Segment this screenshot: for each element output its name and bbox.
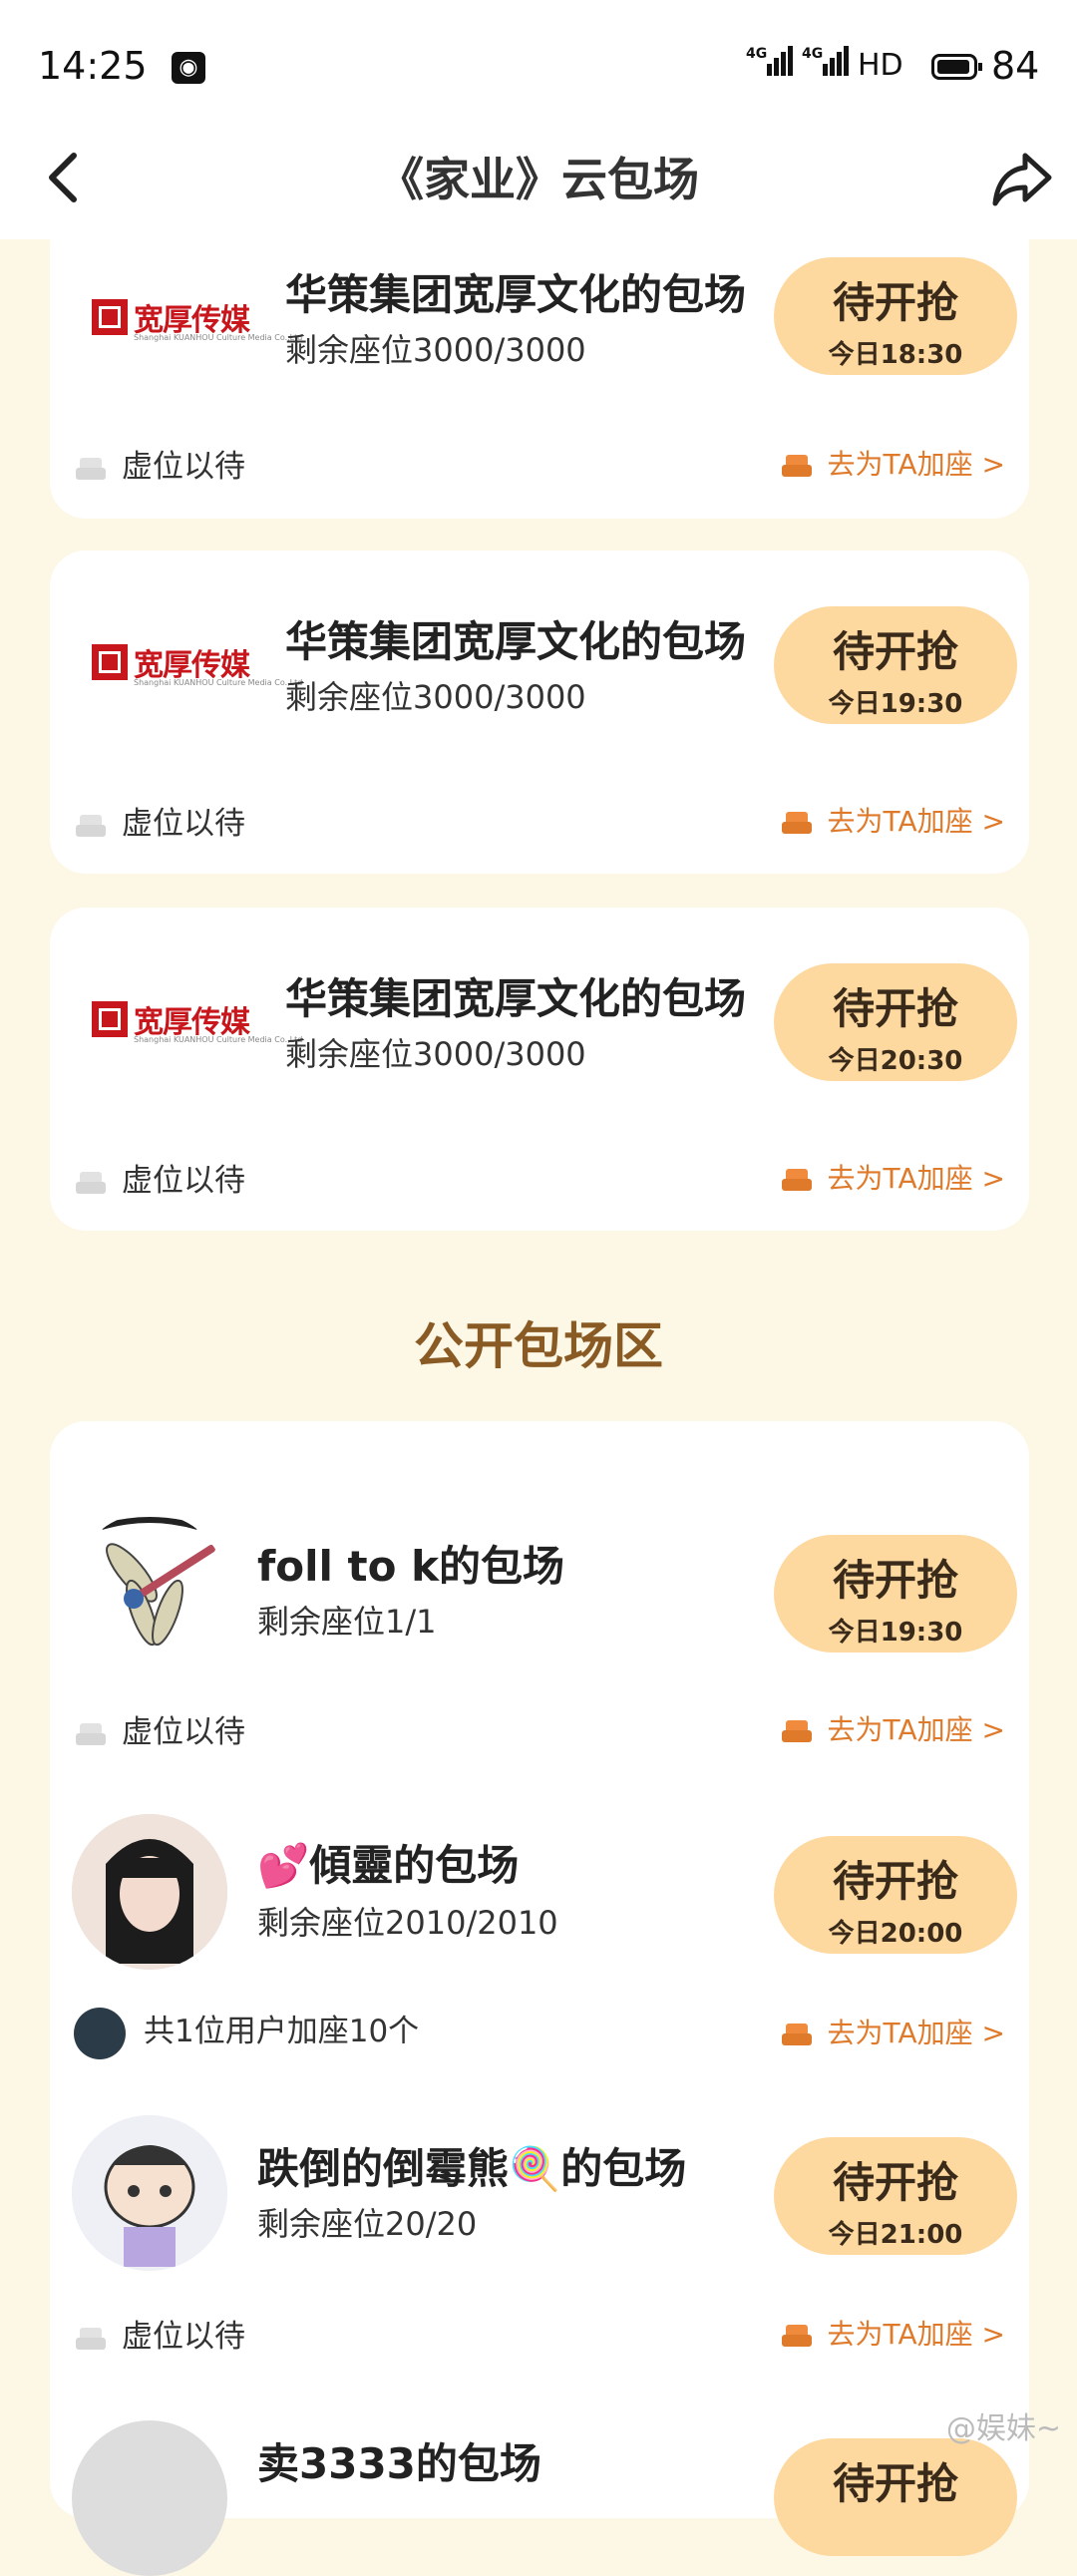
grab-button[interactable]: 待开抢 今日18:30 (774, 257, 1017, 375)
avatar[interactable] (72, 2115, 227, 2271)
session-card[interactable]: 宽厚传媒 Shanghai KUANHOU Culture Media Co.,L… (50, 551, 1029, 874)
hd-indicator: HD (858, 48, 903, 83)
vacancy-label: 虚位以待 (74, 1155, 245, 1200)
add-seat-link[interactable]: 去为TA加座 > (780, 2313, 1005, 2353)
session-title: 华策集团宽厚文化的包场 (285, 617, 747, 666)
add-seat-link[interactable]: 去为TA加座 > (780, 1708, 1005, 1748)
seat-icon-orange (781, 1169, 812, 1191)
remaining-seats: 剩余座位2010/2010 (257, 1904, 558, 1942)
remaining-seats: 剩余座位20/20 (257, 2205, 478, 2243)
section-title: 公开包场区 (414, 1317, 663, 1375)
add-seat-link[interactable]: 去为TA加座 > (780, 443, 1005, 483)
avatar (72, 1513, 227, 1668)
company-logo: 宽厚传媒 Shanghai KUANHOU Culture Media Co.,L… (92, 991, 302, 1051)
seat-icon-orange (781, 455, 812, 477)
weibo-icon: ◉ (172, 52, 205, 84)
list-item[interactable]: foll to k的包场 剩余座位1/1 待开抢 今日19:30 (50, 1421, 1029, 1720)
remaining-seats: 剩余座位1/1 (257, 1603, 437, 1641)
grab-button[interactable]: 待开抢 今日21:00 (774, 2137, 1017, 2255)
add-seat-link[interactable]: 去为TA加座 > (780, 1157, 1005, 1197)
vacancy-label: 虚位以待 (74, 441, 245, 486)
session-title: 跌倒的倒霉熊🍭的包场 (257, 2144, 687, 2193)
avatar-cartoon-image (72, 2115, 227, 2271)
public-list-card: foll to k的包场 剩余座位1/1 待开抢 今日19:30 虚位以待 去为T… (50, 1421, 1029, 2576)
seat-icon-orange (781, 2325, 812, 2347)
remaining-seats: 剩余座位3000/3000 (285, 678, 586, 716)
session-card[interactable]: 宽厚传媒 Shanghai KUANHOU Culture Media Co.,L… (50, 209, 1029, 519)
vacancy-label: 虚位以待 (74, 1706, 245, 1751)
seat-icon (76, 2327, 106, 2350)
remaining-seats: 剩余座位3000/3000 (285, 331, 586, 369)
grab-button[interactable]: 待开抢 今日19:30 (774, 1535, 1017, 1653)
add-seat-link[interactable]: 去为TA加座 > (780, 2012, 1005, 2051)
session-title: 华策集团宽厚文化的包场 (285, 974, 747, 1023)
vacancy-label: 虚位以待 (74, 798, 245, 843)
seat-icon-orange (781, 1720, 812, 1742)
status-time: 14:25 (38, 44, 148, 88)
share-icon[interactable] (987, 144, 1057, 213)
watermark: @娱妹~ (945, 2411, 1061, 2446)
battery-level: 84 (991, 44, 1040, 88)
signal-icon: 4G (746, 46, 795, 76)
page-title: 《家业》云包场 (378, 153, 699, 206)
seat-icon (76, 457, 106, 480)
company-logo: 宽厚传媒 Shanghai KUANHOU Culture Media Co.,L… (92, 289, 302, 349)
company-logo: 宽厚传媒 Shanghai KUANHOU Culture Media Co.,L… (92, 634, 302, 694)
seat-icon (76, 1171, 106, 1194)
status-bar: 14:25 ◉ 4G 4G HD 84 (0, 0, 1077, 130)
seat-icon-orange (781, 2024, 812, 2045)
grab-button[interactable]: 待开抢 今日20:00 (774, 1836, 1017, 1954)
session-title: 💕傾靈的包场 (257, 1841, 520, 1890)
session-title: foll to k的包场 (257, 1542, 565, 1591)
seat-icon (76, 1722, 106, 1745)
session-title: 卖3333的包场 (257, 2439, 541, 2488)
avatar[interactable] (72, 2420, 227, 2576)
add-seat-link[interactable]: 去为TA加座 > (780, 800, 1005, 840)
seat-icon-orange (781, 812, 812, 834)
avatar[interactable] (72, 1814, 227, 1970)
battery-icon (931, 54, 982, 80)
session-title: 华策集团宽厚文化的包场 (285, 270, 747, 319)
vacancy-label: 虚位以待 (74, 2311, 245, 2356)
grab-button[interactable]: 待开抢 今日20:30 (774, 963, 1017, 1081)
joined-users-label: 共1位用户加座10个 (74, 2006, 419, 2059)
grab-button[interactable]: 待开抢 今日19:30 (774, 606, 1017, 724)
user-mini-avatar (74, 2007, 126, 2059)
grab-button[interactable]: 待开抢 (774, 2438, 1017, 2556)
dragonfly-icon (101, 1517, 215, 1647)
signal-icon-2: 4G (802, 46, 851, 76)
remaining-seats: 剩余座位3000/3000 (285, 1035, 586, 1073)
avatar-girl-image (72, 1814, 227, 1970)
seat-icon (76, 814, 106, 837)
session-card[interactable]: 宽厚传媒 Shanghai KUANHOU Culture Media Co.,L… (50, 908, 1029, 1231)
